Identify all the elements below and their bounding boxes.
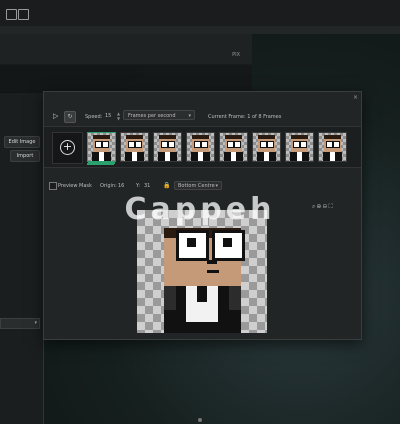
chevron-down-icon: ▾ — [215, 183, 218, 189]
frame-hair — [258, 135, 275, 139]
speed-unit-select[interactable]: Frames per second ▾ — [123, 110, 195, 120]
sprite-right-arm — [229, 286, 241, 310]
preview-mask-checkbox[interactable] — [49, 182, 57, 190]
frame-right-eye — [267, 141, 274, 148]
frame-right-eye — [300, 141, 307, 148]
origin-label: Origin: — [100, 183, 117, 189]
watermark-text: Cappeh — [124, 192, 276, 227]
frame-left-eye — [95, 141, 102, 148]
frame-right-eye — [333, 141, 340, 148]
frame-shirt — [264, 152, 269, 161]
frame-hair — [324, 135, 341, 139]
frame-thumbnail[interactable] — [318, 132, 347, 162]
sprite-canvas[interactable] — [137, 210, 267, 333]
frame-shirt — [99, 152, 104, 161]
frame-right-eye — [168, 141, 175, 148]
frame-strip: + — [44, 126, 361, 168]
left-panel: Edit Image Import ▾ — [0, 93, 44, 424]
frame-shirt — [132, 152, 137, 161]
edit-image-button[interactable]: Edit Image — [4, 136, 40, 148]
laptop-icon[interactable] — [18, 9, 29, 20]
origin-anchor-select[interactable]: Bottom Centre ▾ — [174, 181, 222, 190]
chevron-down-icon: ▾ — [34, 320, 37, 326]
frame-left-eye — [128, 141, 135, 148]
frame-right-eye — [234, 141, 241, 148]
frame-hair — [225, 135, 242, 139]
frame-thumbnail[interactable] — [252, 132, 281, 162]
frame-hair — [291, 135, 308, 139]
frame-left-eye — [326, 141, 333, 148]
frame-thumbnail[interactable] — [153, 132, 182, 162]
preview-mask-label: Preview Mask — [58, 183, 92, 189]
add-frame-button[interactable]: + — [52, 132, 83, 164]
speed-label: Speed: — [85, 114, 103, 120]
frame-right-eye — [135, 141, 142, 148]
frame-hair — [93, 135, 110, 139]
selected-frame-indicator — [87, 163, 114, 165]
background-area — [0, 64, 252, 92]
background-panel: PIX — [0, 34, 252, 65]
origin-y-label: Y: — [136, 183, 141, 189]
frame-shirt — [330, 152, 335, 161]
frame-right-eye — [102, 141, 109, 148]
frame-hair — [192, 135, 209, 139]
frame-left-eye — [293, 141, 300, 148]
animation-toolbar: ▷ ↻ Speed: 15 ▲ ▼ Frames per second ▾ Cur… — [44, 110, 361, 124]
frame-left-eye — [161, 141, 168, 148]
sprite-mouth — [207, 270, 219, 273]
import-button[interactable]: Import — [10, 150, 40, 162]
frame-shirt — [231, 152, 236, 161]
frame-left-eye — [227, 141, 234, 148]
current-frame-label: Current Frame: 1 of 8 Frames — [208, 114, 282, 120]
frame-thumbnail[interactable] — [219, 132, 248, 162]
speed-stepper-icon[interactable]: ▲ ▼ — [117, 111, 120, 121]
scroll-indicator[interactable] — [198, 418, 202, 422]
sprite-tie — [197, 286, 207, 302]
tab-strip — [0, 26, 400, 34]
frame-hair — [159, 135, 176, 139]
origin-x-input[interactable]: 16 — [118, 183, 124, 189]
frame-shirt — [297, 152, 302, 161]
frame-thumbnail[interactable] — [87, 132, 116, 162]
background-panel-text: PIX — [232, 52, 240, 58]
frame-hair — [126, 135, 143, 139]
origin-anchor-value: Bottom Centre — [178, 183, 215, 189]
speed-input[interactable]: 15 — [105, 111, 116, 121]
frame-shirt — [165, 152, 170, 161]
plus-icon: + — [60, 140, 75, 155]
frame-right-eye — [201, 141, 208, 148]
frame-thumbnail[interactable] — [120, 132, 149, 162]
frame-left-eye — [260, 141, 267, 148]
sprite-left-arm — [164, 286, 176, 310]
sprite-left-pupil — [187, 238, 196, 247]
close-icon[interactable]: × — [353, 94, 358, 101]
top-bar — [0, 0, 400, 27]
loop-icon[interactable]: ↻ — [64, 111, 76, 123]
sprite-nose — [207, 260, 217, 264]
frame-shirt — [198, 152, 203, 161]
frame-options: Preview Mask Origin: 16 Y: 31 🔒 Bottom C… — [44, 180, 361, 192]
origin-y-input[interactable]: 31 — [144, 183, 150, 189]
frame-thumbnail[interactable] — [186, 132, 215, 162]
play-icon[interactable]: ▷ — [53, 112, 58, 120]
folder-icon[interactable] — [6, 9, 17, 20]
frame-left-eye — [194, 141, 201, 148]
sprite-right-pupil — [223, 238, 232, 247]
left-dropdown[interactable]: ▾ — [0, 318, 40, 329]
lock-icon[interactable]: 🔒 — [163, 182, 170, 189]
frame-thumbnail[interactable] — [285, 132, 314, 162]
chevron-down-icon: ▾ — [188, 113, 191, 119]
speed-unit-value: Frames per second — [128, 113, 176, 119]
